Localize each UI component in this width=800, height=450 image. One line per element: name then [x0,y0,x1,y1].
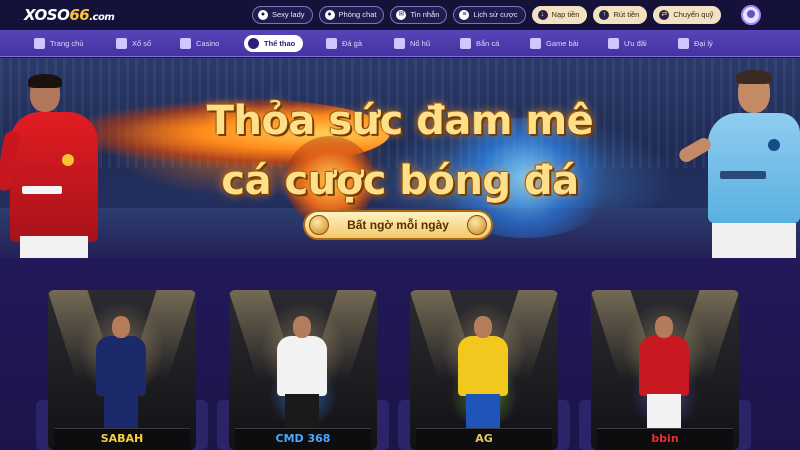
hero-headline-line2: cá cược bóng đá [221,158,579,204]
player-head [293,316,311,338]
blue-player-hair [736,70,772,84]
nav-item-home[interactable]: Trang chủ [30,35,92,52]
hero-headline-line1: Thỏa sức đam mê [206,98,594,144]
red-player-hair [28,74,62,88]
provider-name: bbin [651,432,679,445]
bet-history-label: Lịch sử cược [473,10,518,19]
nav-item-promotions[interactable]: Ưu đãi [604,35,655,52]
nav-item-slots[interactable]: Nổ hũ [390,35,438,52]
message-icon: ✉ [396,10,407,20]
nav-item-card-games[interactable]: Game bài [526,35,587,52]
provider-name: AG [475,432,493,445]
rooster-icon [326,38,337,49]
history-icon: ≡ [459,10,470,20]
provider-plate: bbin [597,428,733,450]
player-jersey [639,336,689,396]
user-avatar[interactable] [741,5,761,25]
player-head [112,316,130,338]
nav-item-sports[interactable]: Thể thao [244,35,304,52]
top-actions: ● Sexy lady ● Phòng chat ✉ Tin nhắn ≡ Lị… [252,6,722,24]
provider-card-sabah[interactable]: SABAH [48,290,196,450]
logo-brand: XOSO [24,6,70,24]
logo-tld: .com [89,12,115,23]
soccer-ball-icon [467,215,487,235]
slot-icon [394,38,405,49]
lottery-icon [116,38,127,49]
nav-item-cockfight[interactable]: Đá gà [322,35,370,52]
soccer-ball-icon [248,38,259,49]
nav-label-slots: Nổ hũ [410,39,431,48]
logo-number: 66 [69,6,90,24]
blue-shorts [712,223,796,258]
withdraw-button[interactable]: ↑ Rút tiền [593,6,648,24]
provider-name: CMD 368 [275,432,331,445]
player-legs [466,394,500,428]
nav-label-home: Trang chủ [50,39,84,48]
sexy-lady-button[interactable]: ● Sexy lady [252,6,313,24]
casino-icon [180,38,191,49]
player-legs [285,394,319,428]
gift-icon [608,38,619,49]
nav-label-fishing: Bắn cá [476,39,500,48]
provider-card-cmd368[interactable]: CMD 368 [229,290,377,450]
nav-label-sports: Thể thao [264,39,296,48]
bet-history-button[interactable]: ≡ Lịch sử cược [453,6,526,24]
hero-banner[interactable]: Thỏa sức đam mê cá cược bóng đá Bất ngờ … [0,58,800,258]
withdraw-icon: ↑ [599,10,610,20]
red-shorts [20,236,88,258]
deposit-label: Nạp tiền [551,10,580,19]
nav-label-cockfight: Đá gà [342,39,363,48]
soccer-ball-icon [309,215,329,235]
nav-item-casino[interactable]: Casino [176,35,227,52]
cards-icon [530,38,541,49]
nav-item-lottery[interactable]: Xổ số [112,35,159,52]
provider-card-bbin[interactable]: bbin [591,290,739,450]
transfer-label: Chuyển quỹ [673,10,714,19]
nav-item-agent[interactable]: Đại lý [674,35,721,52]
transfer-icon: ⇄ [659,10,670,20]
provider-plate: SABAH [54,428,190,450]
nav-item-fishing[interactable]: Bắn cá [456,35,507,52]
circle-dot-icon: ● [258,10,268,20]
nav-label-promotions: Ưu đãi [624,39,647,48]
home-icon [34,38,45,49]
player-head [474,316,492,338]
provider-name: SABAH [100,432,144,445]
deposit-icon: ↓ [537,10,548,20]
withdraw-label: Rút tiền [613,10,640,19]
hero-cta-label: Bất ngờ mỗi ngày [347,218,449,232]
chat-room-label: Phòng chat [338,10,377,19]
nav-label-agent: Đại lý [694,39,713,48]
transfer-button[interactable]: ⇄ Chuyển quỹ [653,6,722,24]
provider-card-ag[interactable]: AG [410,290,558,450]
nav-label-casino: Casino [196,39,220,48]
player-head [655,316,673,338]
fish-icon [460,38,471,49]
player-jersey [277,336,327,396]
top-bar: XOSO66.com ● Sexy lady ● Phòng chat ✉ Ti… [0,0,800,30]
deposit-button[interactable]: ↓ Nạp tiền [531,6,588,24]
sexy-lady-label: Sexy lady [272,10,305,19]
hero-cta-button[interactable]: Bất ngờ mỗi ngày [303,210,493,240]
messages-label: Tin nhắn [410,10,440,19]
player-jersey [96,336,146,396]
chat-room-button[interactable]: ● Phòng chat [318,6,385,24]
player-legs [104,394,138,428]
chat-icon: ● [324,10,335,20]
player-legs [647,394,681,428]
nav-label-lottery: Xổ số [132,39,152,48]
main-nav: Trang chủ Xổ số Casino Thể thao Đá gà Nổ… [0,30,800,57]
nav-label-card-games: Game bài [546,39,579,48]
player-jersey [458,336,508,396]
agent-icon [678,38,689,49]
site-logo[interactable]: XOSO66.com [24,6,115,24]
messages-button[interactable]: ✉ Tin nhắn [390,6,448,24]
provider-plate: CMD 368 [235,428,371,450]
provider-plate: AG [416,428,552,450]
